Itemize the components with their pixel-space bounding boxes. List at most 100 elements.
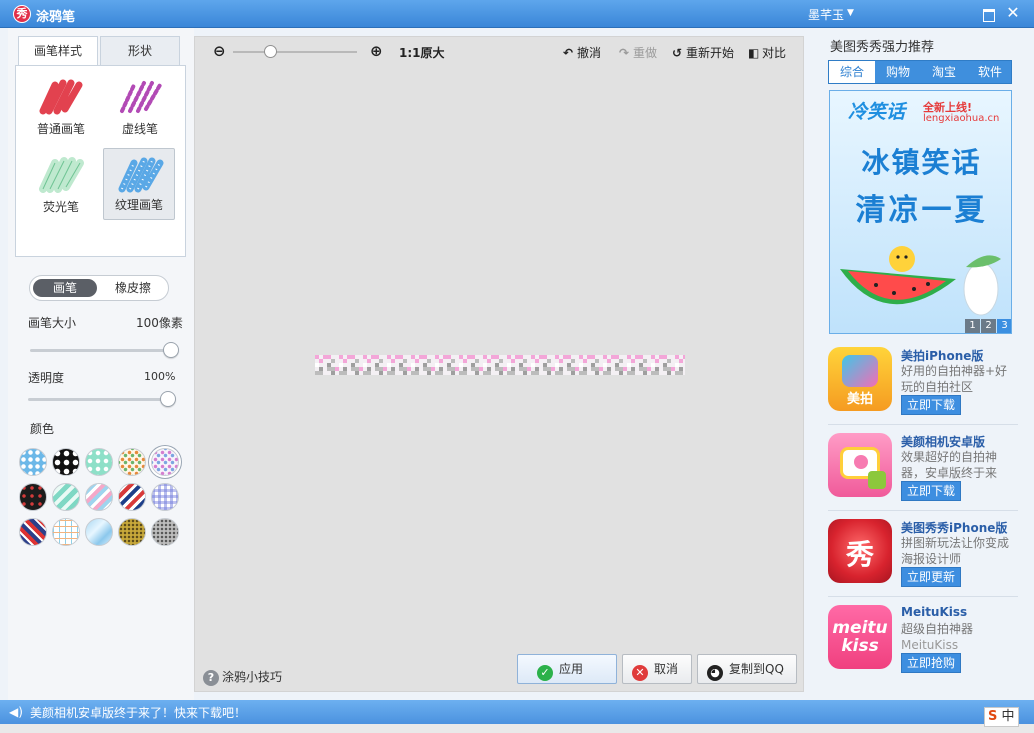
- tips-label: 涂鸦小技巧: [222, 670, 283, 684]
- texture-swatch[interactable]: [19, 518, 47, 546]
- texture-swatch[interactable]: [52, 518, 80, 546]
- title-bar: 秀 涂鸦笔 墨芊玉 ▼ ✕: [0, 0, 1034, 28]
- mode-brush-button[interactable]: 画笔: [33, 279, 97, 297]
- canvas-area[interactable]: ⊖ ⊕ 1:1原大 ↶ 撤消 ↷ 重做 ↺ 重新开始 ◧ 对比 ? 涂鸦小技巧 …: [194, 36, 804, 692]
- texture-swatch[interactable]: [118, 448, 146, 476]
- texture-swatch[interactable]: [118, 483, 146, 511]
- opacity-slider[interactable]: [28, 398, 176, 401]
- app-name[interactable]: 美颜相机安卓版: [901, 433, 985, 450]
- texture-swatch[interactable]: [52, 448, 80, 476]
- tab-brush-style[interactable]: 画笔样式: [18, 36, 98, 67]
- tab-all[interactable]: 综合: [829, 61, 875, 83]
- buy-now-button[interactable]: 立即抢购: [901, 653, 961, 673]
- banner-page-2[interactable]: 2: [981, 319, 996, 333]
- tab-taobao[interactable]: 淘宝: [921, 61, 967, 83]
- app-logo-icon: 秀: [13, 5, 31, 23]
- brush-highlighter[interactable]: 荧光笔: [25, 149, 97, 221]
- speaker-icon: ◀): [9, 705, 23, 719]
- status-bar: ◀) 美颜相机安卓版终于来了！快来下载吧！ S 中: [0, 700, 1034, 733]
- texture-brush-icon: [118, 157, 164, 193]
- drawing-tips-link[interactable]: ? 涂鸦小技巧: [203, 668, 282, 686]
- notice-message[interactable]: 美颜相机安卓版终于来了！快来下载吧！: [30, 704, 246, 721]
- banner-site-url: lengxiaohua.cn: [923, 113, 1000, 124]
- app-name[interactable]: 美拍iPhone版: [901, 347, 983, 364]
- app-card: 美颜相机安卓版 效果超好的自拍神器，安卓版终于来 立即下载: [828, 433, 1018, 509]
- highlighter-brush-icon: [39, 157, 84, 193]
- texture-swatch-selected[interactable]: [151, 448, 179, 476]
- normal-brush-icon: [39, 79, 83, 115]
- ime-indicator[interactable]: S 中: [984, 707, 1019, 727]
- ime-language: 中: [1001, 709, 1015, 724]
- texture-swatch[interactable]: [85, 448, 113, 476]
- app-description: 效果超好的自拍神器，安卓版终于来: [901, 450, 998, 480]
- meitukiss-app-icon[interactable]: meitu kiss: [828, 605, 892, 669]
- help-icon: ?: [203, 670, 219, 686]
- opacity-label: 透明度: [28, 371, 65, 385]
- tab-software[interactable]: 软件: [967, 61, 1013, 83]
- apply-button[interactable]: ✓ 应用: [517, 654, 617, 684]
- app-description: 超级自拍神器: [901, 622, 974, 636]
- update-button[interactable]: 立即更新: [901, 567, 961, 587]
- zoom-out-icon[interactable]: ⊖: [213, 42, 226, 60]
- app-name[interactable]: 美图秀秀iPhone版: [901, 519, 1007, 536]
- redo-icon: ↷: [619, 46, 630, 60]
- meipai-app-icon[interactable]: 美拍: [828, 347, 892, 411]
- undo-icon: ↶: [563, 46, 574, 60]
- banner-page-1[interactable]: 1: [965, 319, 980, 333]
- texture-swatch[interactable]: [151, 518, 179, 546]
- copy-to-qq-button[interactable]: ◕ 复制到QQ: [697, 654, 797, 684]
- brush-normal[interactable]: 普通画笔: [25, 71, 97, 143]
- brush-size-label: 画笔大小: [28, 316, 77, 330]
- texture-stroke: [315, 355, 685, 375]
- user-name[interactable]: 墨芊玉: [808, 6, 844, 23]
- canvas-toolbar: ⊖ ⊕ 1:1原大 ↶ 撤消 ↷ 重做 ↺ 重新开始 ◧ 对比: [195, 37, 803, 65]
- actual-size-button[interactable]: 1:1原大: [399, 44, 445, 61]
- reset-label: 重新开始: [686, 46, 735, 60]
- download-button[interactable]: 立即下载: [901, 395, 961, 415]
- app-description-secondary: MeituKiss: [901, 638, 959, 652]
- divider: [828, 424, 1018, 425]
- maximize-icon[interactable]: [980, 6, 996, 22]
- close-icon[interactable]: ✕: [1005, 5, 1021, 22]
- redo-button[interactable]: ↷ 重做: [619, 44, 657, 61]
- app-name[interactable]: MeituKiss: [901, 605, 967, 619]
- texture-swatch[interactable]: [151, 483, 179, 511]
- app-card: meitu kiss MeituKiss 超级自拍神器 MeituKiss 立即…: [828, 605, 1018, 681]
- zoom-handle[interactable]: [264, 45, 277, 58]
- meitu-xiuxiu-app-icon[interactable]: 秀: [828, 519, 892, 583]
- recommend-panel: 美图秀秀强力推荐 综合 购物 淘宝 软件 冷笑话 全新上线! lengxiaoh…: [820, 28, 1026, 700]
- texture-swatch[interactable]: [118, 518, 146, 546]
- tab-shape[interactable]: 形状: [100, 36, 180, 67]
- banner-page-3[interactable]: 3: [997, 319, 1011, 333]
- brush-size-slider[interactable]: [30, 349, 178, 352]
- undo-button[interactable]: ↶ 撤消: [563, 44, 601, 61]
- tab-shopping[interactable]: 购物: [875, 61, 921, 83]
- texture-swatch[interactable]: [52, 483, 80, 511]
- texture-swatch[interactable]: [19, 448, 47, 476]
- brush-eraser-toggle: 画笔 橡皮擦: [29, 275, 169, 301]
- caret-down-icon[interactable]: ▼: [847, 8, 854, 18]
- brush-dashed[interactable]: 虚线笔: [104, 71, 176, 143]
- cancel-label: 取消: [654, 662, 679, 676]
- ad-banner[interactable]: 冷笑话 全新上线! lengxiaohua.cn 冰镇笑话 清凉一夏 1 2 3: [829, 90, 1012, 334]
- brush-size-value: 100像素: [136, 316, 183, 330]
- brush-label: 纹理画笔: [114, 198, 163, 212]
- texture-swatch[interactable]: [19, 483, 47, 511]
- mode-eraser-button[interactable]: 橡皮擦: [100, 279, 166, 297]
- compare-button[interactable]: ◧ 对比: [748, 44, 786, 61]
- divider: [828, 596, 1018, 597]
- cancel-icon: ✕: [632, 665, 648, 681]
- texture-swatch[interactable]: [85, 518, 113, 546]
- beauty-camera-app-icon[interactable]: [828, 433, 892, 497]
- opacity-handle[interactable]: [160, 391, 176, 407]
- zoom-slider[interactable]: [233, 51, 357, 53]
- brush-size-handle[interactable]: [163, 342, 179, 358]
- download-button[interactable]: 立即下载: [901, 481, 961, 501]
- redo-label: 重做: [633, 46, 658, 60]
- cancel-button[interactable]: ✕ 取消: [622, 654, 692, 684]
- brush-texture[interactable]: 纹理画笔: [103, 148, 175, 220]
- zoom-in-icon[interactable]: ⊕: [370, 42, 383, 60]
- reset-button[interactable]: ↺ 重新开始: [672, 44, 734, 61]
- texture-swatch[interactable]: [85, 483, 113, 511]
- brush-label: 虚线笔: [121, 122, 158, 136]
